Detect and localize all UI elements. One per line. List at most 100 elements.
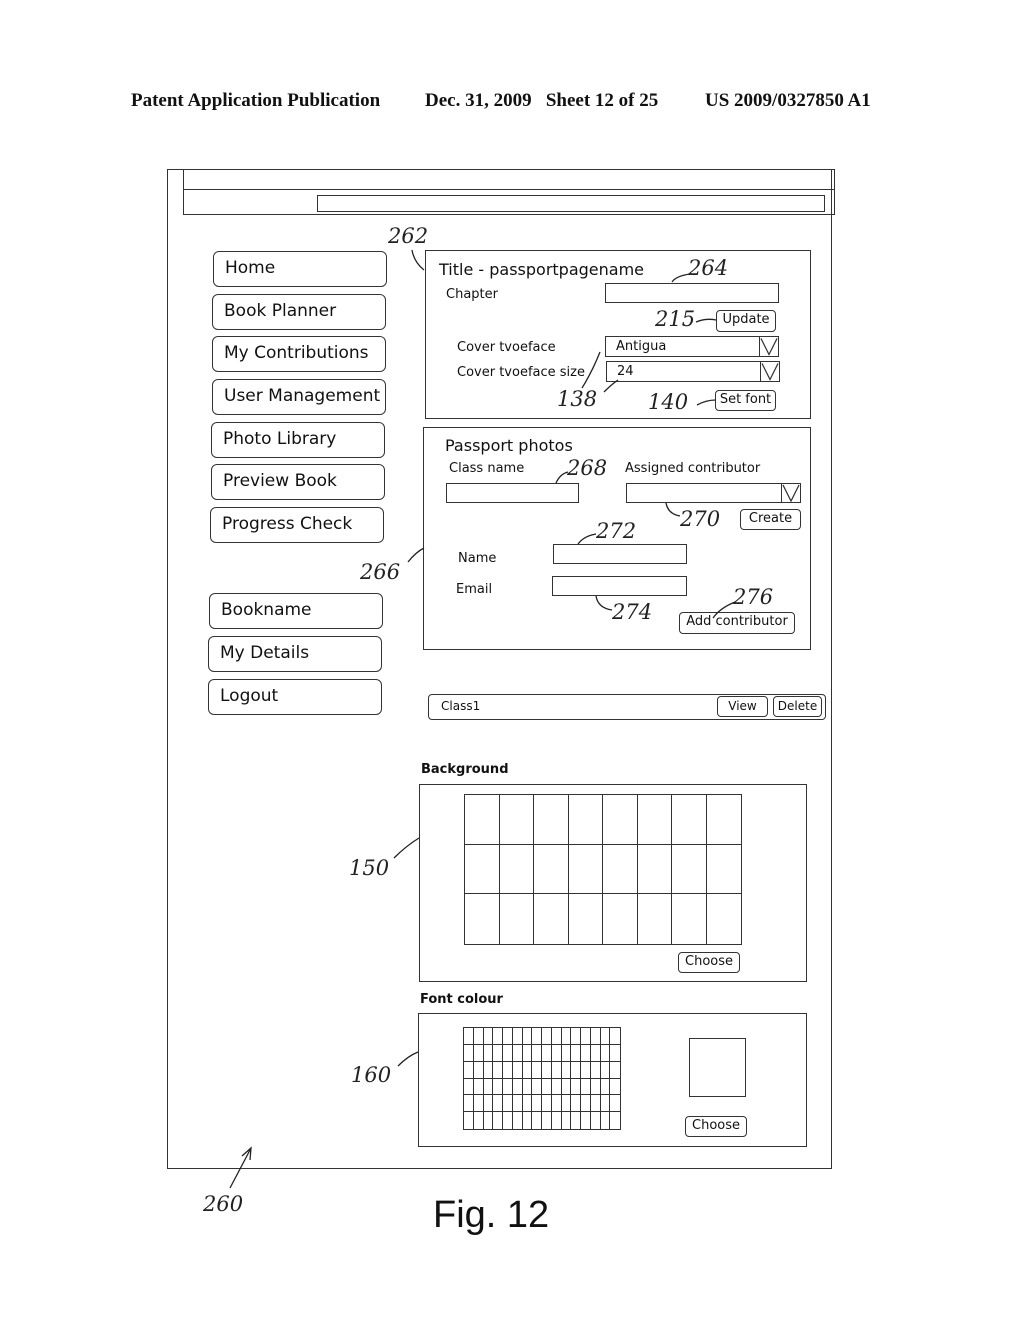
font-colour-swatch[interactable] — [600, 1078, 611, 1096]
font-colour-swatch[interactable] — [590, 1095, 601, 1113]
font-colour-swatch[interactable] — [581, 1078, 591, 1096]
background-swatch[interactable] — [707, 894, 742, 944]
font-colour-swatch[interactable] — [571, 1061, 581, 1079]
font-colour-swatch[interactable] — [561, 1078, 572, 1096]
font-colour-swatch[interactable] — [590, 1061, 601, 1079]
chevron-down-icon[interactable] — [759, 337, 778, 356]
background-swatch[interactable] — [672, 795, 707, 845]
font-colour-swatch[interactable] — [503, 1095, 513, 1113]
background-swatch[interactable] — [499, 795, 534, 845]
background-swatch[interactable] — [603, 795, 638, 845]
font-colour-swatch[interactable] — [600, 1028, 611, 1045]
background-swatch-grid[interactable] — [464, 794, 742, 945]
font-colour-swatch[interactable] — [503, 1028, 513, 1045]
background-swatch[interactable] — [534, 844, 569, 895]
font-colour-swatch[interactable] — [571, 1044, 581, 1062]
background-choose-button[interactable]: Choose — [678, 952, 740, 973]
font-colour-swatch[interactable] — [503, 1078, 513, 1096]
font-colour-swatch[interactable] — [522, 1095, 533, 1113]
font-colour-swatch[interactable] — [512, 1028, 523, 1045]
font-colour-swatch[interactable] — [532, 1095, 542, 1113]
nav-photo-library[interactable]: Photo Library — [211, 422, 385, 458]
font-colour-swatch[interactable] — [483, 1061, 494, 1079]
chevron-down-icon[interactable] — [781, 484, 800, 502]
font-colour-swatch[interactable] — [562, 1112, 572, 1129]
font-colour-swatch[interactable] — [493, 1061, 503, 1079]
background-swatch[interactable] — [499, 844, 534, 895]
font-colour-swatch[interactable] — [532, 1061, 542, 1079]
font-colour-swatch[interactable] — [561, 1028, 572, 1045]
font-colour-swatch[interactable] — [522, 1044, 533, 1062]
font-colour-swatch[interactable] — [522, 1061, 533, 1079]
font-colour-swatch[interactable] — [600, 1061, 611, 1079]
font-colour-swatch[interactable] — [532, 1044, 542, 1062]
font-colour-swatch[interactable] — [532, 1028, 542, 1045]
nav-home[interactable]: Home — [213, 251, 387, 287]
background-swatch[interactable] — [569, 894, 603, 944]
delete-button[interactable]: Delete — [773, 696, 822, 717]
email-input[interactable] — [552, 576, 687, 596]
set-font-button[interactable]: Set font — [715, 390, 776, 411]
nav-user-management[interactable]: User Management — [212, 379, 386, 415]
chapter-input[interactable] — [605, 283, 779, 303]
font-colour-swatch[interactable] — [571, 1095, 581, 1113]
font-colour-swatch[interactable] — [581, 1095, 591, 1113]
font-colour-swatch[interactable] — [591, 1112, 601, 1129]
font-colour-swatch[interactable] — [561, 1061, 572, 1079]
nav-logout[interactable]: Logout — [208, 679, 382, 715]
font-colour-swatch[interactable] — [600, 1044, 611, 1062]
font-colour-swatch-grid[interactable] — [463, 1027, 621, 1130]
address-bar[interactable] — [317, 195, 825, 212]
font-colour-swatch[interactable] — [581, 1061, 591, 1079]
font-colour-swatch[interactable] — [551, 1028, 562, 1045]
font-colour-swatch[interactable] — [610, 1062, 620, 1079]
font-colour-swatch[interactable] — [571, 1028, 581, 1045]
background-swatch[interactable] — [637, 795, 672, 845]
font-colour-swatch[interactable] — [561, 1095, 572, 1113]
font-colour-swatch[interactable] — [571, 1078, 581, 1096]
nav-progress-check[interactable]: Progress Check — [210, 507, 384, 543]
font-colour-swatch[interactable] — [464, 1112, 474, 1129]
nav-book-planner[interactable]: Book Planner — [212, 294, 386, 330]
font-colour-swatch[interactable] — [464, 1044, 474, 1062]
add-contributor-button[interactable]: Add contributor — [679, 612, 795, 634]
name-input[interactable] — [553, 544, 687, 564]
font-colour-swatch[interactable] — [503, 1044, 513, 1062]
font-colour-swatch[interactable] — [552, 1112, 562, 1129]
nav-preview-book[interactable]: Preview Book — [211, 464, 385, 500]
font-colour-swatch[interactable] — [522, 1028, 533, 1045]
font-colour-swatch[interactable] — [493, 1044, 503, 1062]
background-swatch[interactable] — [706, 795, 741, 845]
class-name-input[interactable] — [446, 483, 579, 503]
font-colour-swatch[interactable] — [513, 1112, 523, 1129]
font-colour-swatch[interactable] — [610, 1045, 620, 1062]
font-colour-swatch[interactable] — [581, 1112, 591, 1129]
background-swatch[interactable] — [672, 894, 707, 944]
font-colour-swatch[interactable] — [464, 1095, 474, 1113]
font-colour-swatch[interactable] — [551, 1061, 562, 1079]
font-colour-swatch[interactable] — [473, 1078, 484, 1096]
background-swatch[interactable] — [465, 894, 500, 944]
background-swatch[interactable] — [534, 894, 569, 944]
background-swatch[interactable] — [637, 844, 672, 895]
font-colour-swatch[interactable] — [503, 1112, 513, 1129]
font-colour-swatch[interactable] — [464, 1028, 474, 1045]
font-colour-swatch[interactable] — [542, 1061, 552, 1079]
nav-my-details[interactable]: My Details — [208, 636, 382, 672]
font-colour-swatch[interactable] — [581, 1028, 591, 1045]
cover-typeface-select[interactable]: Antigua — [605, 336, 779, 357]
font-colour-swatch[interactable] — [484, 1112, 494, 1129]
font-colour-swatch[interactable] — [542, 1044, 552, 1062]
font-colour-swatch[interactable] — [561, 1044, 572, 1062]
background-swatch[interactable] — [638, 894, 672, 944]
font-colour-swatch[interactable] — [493, 1028, 503, 1045]
update-button[interactable]: Update — [716, 310, 776, 332]
background-swatch[interactable] — [706, 845, 741, 895]
font-colour-swatch[interactable] — [474, 1112, 484, 1129]
font-colour-swatch[interactable] — [551, 1078, 562, 1096]
background-swatch[interactable] — [500, 894, 534, 944]
background-swatch[interactable] — [465, 795, 500, 845]
font-colour-swatch[interactable] — [483, 1028, 494, 1045]
view-button[interactable]: View — [717, 696, 768, 717]
font-colour-swatch[interactable] — [473, 1095, 484, 1113]
